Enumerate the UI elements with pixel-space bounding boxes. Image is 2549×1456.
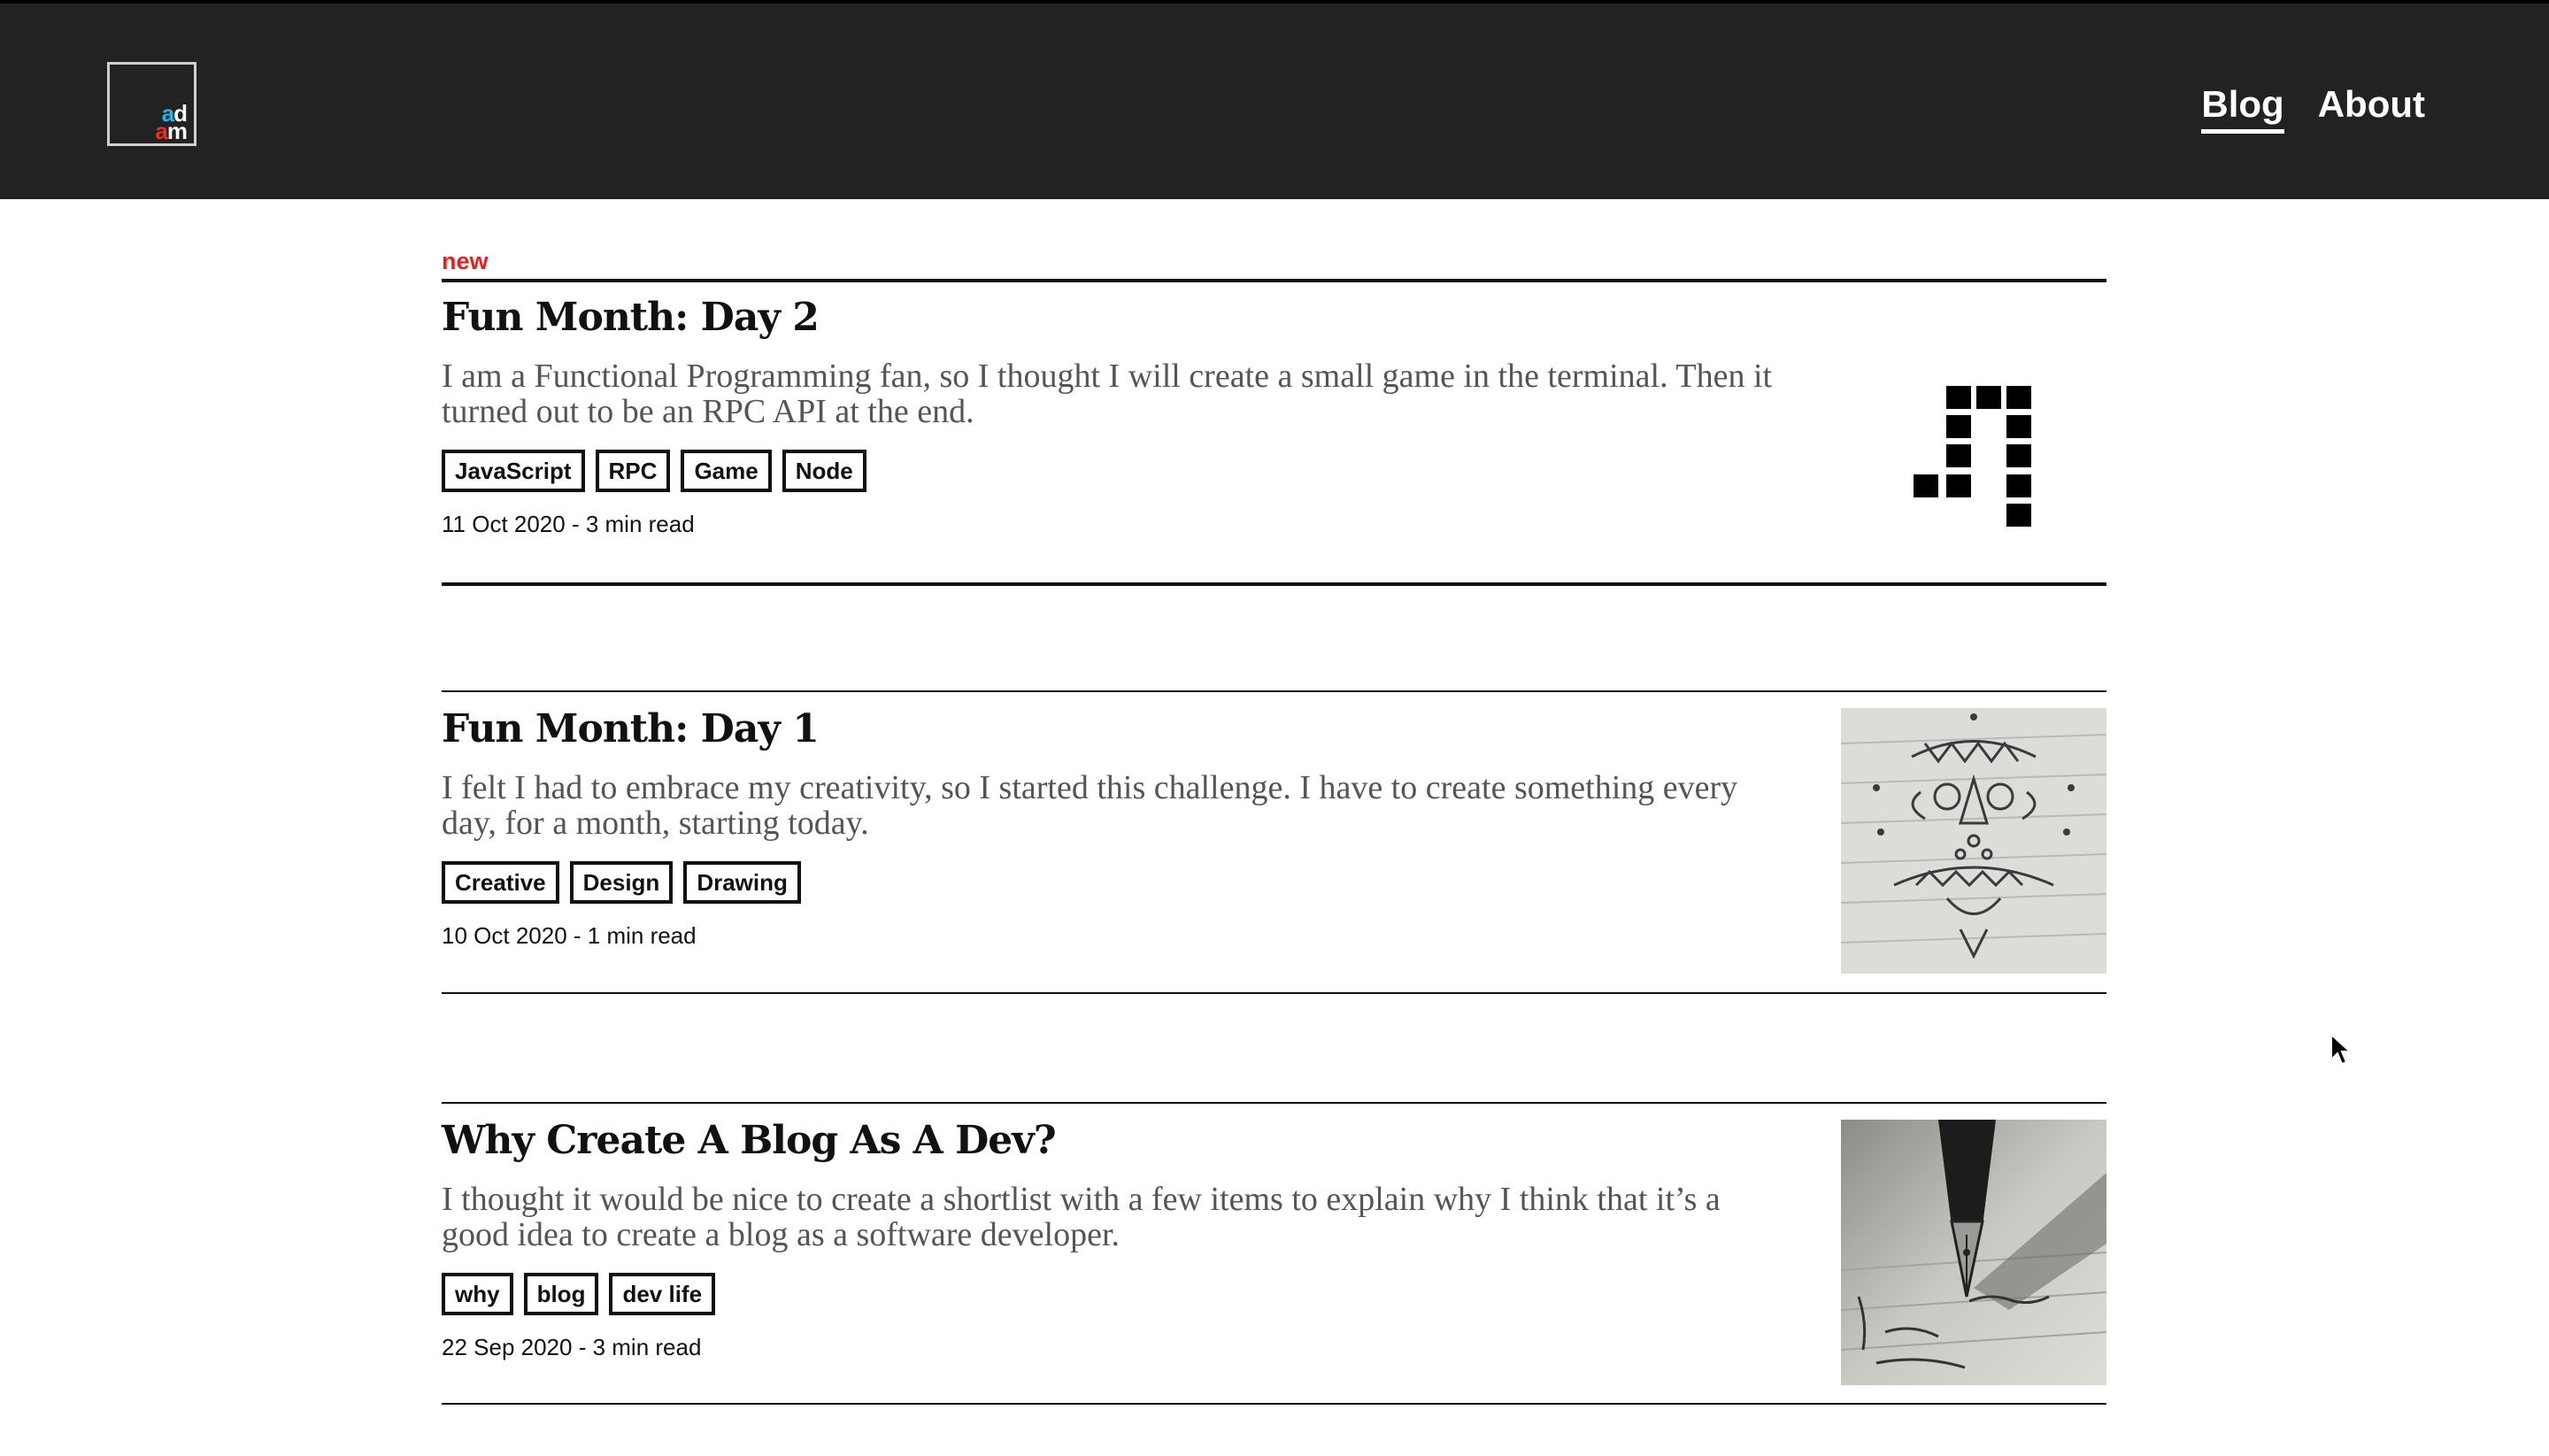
post-tags: Creative Design Drawing [442,861,801,904]
post-title[interactable]: Fun Month: Day 2 [442,295,820,340]
main-nav: Blog About [2201,80,2425,134]
post-title[interactable]: Fun Month: Day 1 [442,706,820,751]
pixel-number-icon[interactable] [1841,342,2106,607]
tag-badge[interactable]: dev life [609,1273,716,1315]
post-read-time: 1 min read [587,922,697,949]
post-top-divider [442,279,2106,282]
doodle-drawing-photo[interactable] [1841,708,2106,974]
post-bottom-divider [442,992,2106,994]
tag-badge[interactable]: Drawing [683,861,801,904]
post-date: 11 Oct 2020 [442,511,566,537]
tag-badge[interactable]: Node [782,450,866,492]
post-read-time: 3 min read [585,511,695,537]
post-bottom-divider [442,582,2106,586]
site-header: ad am Blog About [0,0,2549,199]
logo-letter: m [166,118,188,144]
post-meta: 10 Oct 2020 - 1 min read [442,922,697,950]
fountain-pen-photo[interactable] [1841,1120,2106,1385]
tag-badge[interactable]: Design [569,861,674,904]
post-excerpt: I am a Functional Programming fan, so I … [442,358,1773,430]
tag-badge[interactable]: RPC [595,450,671,492]
new-badge: new [442,248,489,274]
post-title[interactable]: Why Create A Blog As A Dev? [442,1118,1057,1163]
logo-letter: a [155,118,168,144]
post-date: 22 Sep 2020 [442,1334,573,1360]
post-read-time: 3 min read [592,1334,702,1360]
post-top-divider [442,690,2106,692]
meta-separator: - [566,922,588,949]
tag-badge[interactable]: blog [523,1273,599,1315]
tag-badge[interactable]: why [442,1273,513,1315]
post-meta: 11 Oct 2020 - 3 min read [442,511,695,538]
post-date: 10 Oct 2020 [442,922,567,949]
tag-badge[interactable]: Creative [442,861,559,904]
post-meta: 22 Sep 2020 - 3 min read [442,1334,701,1361]
tag-badge[interactable]: JavaScript [442,450,585,492]
post-top-divider [442,1102,2106,1104]
meta-separator: - [572,1334,593,1360]
nav-about-link[interactable]: About [2318,80,2425,134]
meta-separator: - [565,511,586,537]
mouse-cursor-icon [2330,1033,2353,1066]
nav-blog-link[interactable]: Blog [2201,80,2284,134]
post-tags: why blog dev life [442,1273,716,1315]
post-excerpt: I thought it would be nice to create a s… [442,1181,1721,1253]
post-tags: JavaScript RPC Game Node [442,450,866,492]
post-bottom-divider [442,1403,2106,1405]
site-logo[interactable]: ad am [107,62,196,146]
logo-line-2: am [155,118,188,144]
post-excerpt: I felt I had to embrace my creativity, s… [442,769,1738,842]
tag-badge[interactable]: Game [681,450,772,492]
